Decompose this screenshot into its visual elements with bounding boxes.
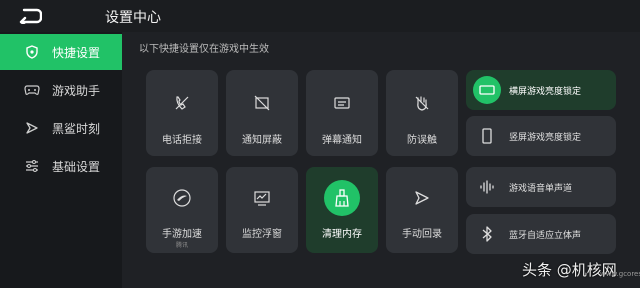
tile-label: 手游加速	[162, 229, 202, 240]
tile-danmaku[interactable]: 弹幕通知	[306, 70, 378, 156]
card-label: 横屏游戏亮度锁定	[509, 86, 582, 97]
shield-icon	[24, 44, 40, 60]
back-arrow-icon[interactable]	[18, 8, 42, 24]
play-icon	[24, 120, 40, 136]
tile-palm-rejection[interactable]: 防误触	[386, 70, 458, 156]
voice-mono-icon	[473, 173, 501, 201]
tile-label: 手动回录	[402, 229, 442, 240]
tile-label: 监控浮窗	[242, 229, 282, 240]
hint-text: 以下快捷设置仅在游戏中生效	[139, 44, 269, 55]
card-label: 游戏语音单声道	[509, 183, 573, 194]
page-title: 设置中心	[105, 10, 161, 26]
broom-icon	[324, 180, 360, 216]
notification-block-icon	[244, 85, 280, 121]
card-landscape-brightness-lock[interactable]: 横屏游戏亮度锁定	[466, 70, 616, 110]
send-icon	[404, 180, 440, 216]
tile-clear-memory[interactable]: 清理内存	[306, 167, 378, 253]
tile-game-boost[interactable]: 手游加速 腾讯	[146, 167, 218, 253]
tile-label: 弹幕通知	[322, 135, 362, 146]
card-label: 蓝牙自适应立体声	[509, 230, 582, 241]
danmaku-icon	[324, 85, 360, 121]
tile-manual-record[interactable]: 手动回录	[386, 167, 458, 253]
sidebar-item-game-assistant[interactable]: 游戏助手	[0, 72, 122, 108]
portrait-lock-icon	[473, 122, 501, 150]
card-bluetooth-stereo[interactable]: 蓝牙自适应立体声	[466, 214, 616, 254]
tile-label: 通知屏蔽	[242, 135, 282, 146]
top-bar: 设置中心	[0, 0, 640, 32]
sidebar: 快捷设置 游戏助手 黑鲨时刻 基础设置	[0, 32, 122, 288]
tile-notification-block[interactable]: 通知屏蔽	[226, 70, 298, 156]
call-block-icon	[164, 85, 200, 121]
tile-sublabel: 腾讯	[175, 242, 188, 249]
speed-icon	[164, 180, 200, 216]
bluetooth-icon	[473, 220, 501, 248]
gamepad-icon	[24, 82, 40, 98]
sidebar-item-blackshark-moment[interactable]: 黑鲨时刻	[0, 110, 122, 146]
card-voice-mono[interactable]: 游戏语音单声道	[466, 167, 616, 207]
tile-call-reject[interactable]: 电话拒接	[146, 70, 218, 156]
sliders-icon	[24, 158, 40, 174]
sidebar-item-label: 基础设置	[52, 159, 101, 174]
tile-label: 清理内存	[322, 229, 362, 240]
palm-block-icon	[404, 85, 440, 121]
sidebar-item-label: 游戏助手	[52, 83, 101, 98]
sidebar-item-label: 快捷设置	[52, 45, 101, 60]
landscape-lock-icon	[473, 76, 501, 104]
sidebar-item-quick-settings[interactable]: 快捷设置	[0, 34, 122, 70]
card-portrait-brightness-lock[interactable]: 竖屏游戏亮度锁定	[466, 116, 616, 156]
watermark-sub: www.gcores	[600, 270, 640, 278]
monitor-icon	[244, 180, 280, 216]
tile-monitor-overlay[interactable]: 监控浮窗	[226, 167, 298, 253]
tile-label: 电话拒接	[162, 135, 202, 146]
sidebar-item-label: 黑鲨时刻	[52, 121, 101, 136]
sidebar-item-basic-settings[interactable]: 基础设置	[0, 148, 122, 184]
card-label: 竖屏游戏亮度锁定	[509, 132, 582, 143]
tile-label: 防误触	[407, 135, 437, 146]
